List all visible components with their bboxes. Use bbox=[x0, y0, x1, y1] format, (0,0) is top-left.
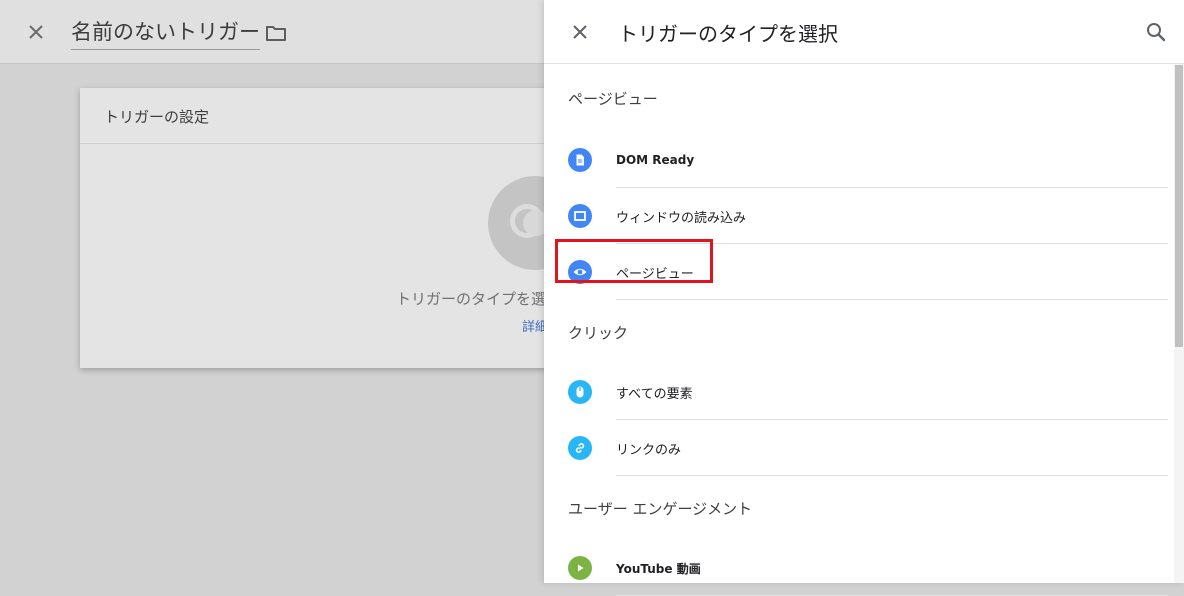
link-icon bbox=[568, 436, 592, 460]
list-item-just-links[interactable]: リンクのみ bbox=[544, 420, 1174, 476]
close-icon[interactable] bbox=[568, 20, 592, 44]
folder-icon[interactable] bbox=[264, 21, 288, 45]
section-heading-user-engagement: ユーザー エンゲージメント bbox=[568, 499, 753, 518]
mouse-icon bbox=[568, 380, 592, 404]
trigger-config-card: トリガーの設定 トリガーのタイプを選 詳細 bbox=[80, 88, 582, 368]
editor-header: 名前のないトリガー bbox=[0, 0, 544, 64]
choose-type-prompt: トリガーのタイプを選 bbox=[396, 290, 547, 308]
section-heading-page-view: ページビュー bbox=[568, 89, 658, 108]
panel-title: トリガーのタイプを選択 bbox=[618, 22, 838, 46]
section-heading-click: クリック bbox=[568, 323, 629, 342]
trigger-name-field[interactable]: 名前のないトリガー bbox=[71, 16, 260, 50]
card-divider bbox=[80, 143, 550, 144]
item-label: DOM Ready bbox=[616, 153, 695, 167]
item-label: YouTube 動画 bbox=[616, 561, 701, 576]
search-icon[interactable] bbox=[1144, 20, 1168, 44]
play-icon bbox=[568, 556, 592, 580]
list-item-dom-ready[interactable]: DOM Ready bbox=[544, 132, 1174, 188]
list-item-page-view[interactable]: ページビュー bbox=[544, 239, 1174, 300]
list-item-youtube-video[interactable]: YouTube 動画 bbox=[544, 540, 1174, 596]
panel-header: トリガーのタイプを選択 bbox=[544, 0, 1184, 64]
close-icon[interactable] bbox=[24, 20, 48, 44]
scrollbar-thumb[interactable] bbox=[1175, 65, 1183, 347]
list-item-window-loaded[interactable]: ウィンドウの読み込み bbox=[544, 188, 1174, 244]
window-icon bbox=[568, 204, 592, 228]
item-label: ウィンドウの読み込み bbox=[616, 210, 747, 226]
item-label: リンクのみ bbox=[616, 442, 682, 458]
item-label: すべての要素 bbox=[616, 386, 693, 402]
scrollbar[interactable] bbox=[1174, 64, 1184, 583]
document-icon bbox=[568, 148, 592, 172]
item-label: ページビュー bbox=[616, 266, 694, 282]
trigger-type-list: ページビュー DOM Ready ウィンドウの読み込み ページビュー クリック … bbox=[544, 64, 1174, 596]
eye-icon bbox=[568, 260, 592, 284]
list-item-all-elements[interactable]: すべての要素 bbox=[544, 364, 1174, 420]
card-title: トリガーの設定 bbox=[104, 108, 210, 126]
trigger-type-panel: トリガーのタイプを選択 ページビュー DOM Ready ウィンドウの読み込み … bbox=[544, 0, 1184, 596]
